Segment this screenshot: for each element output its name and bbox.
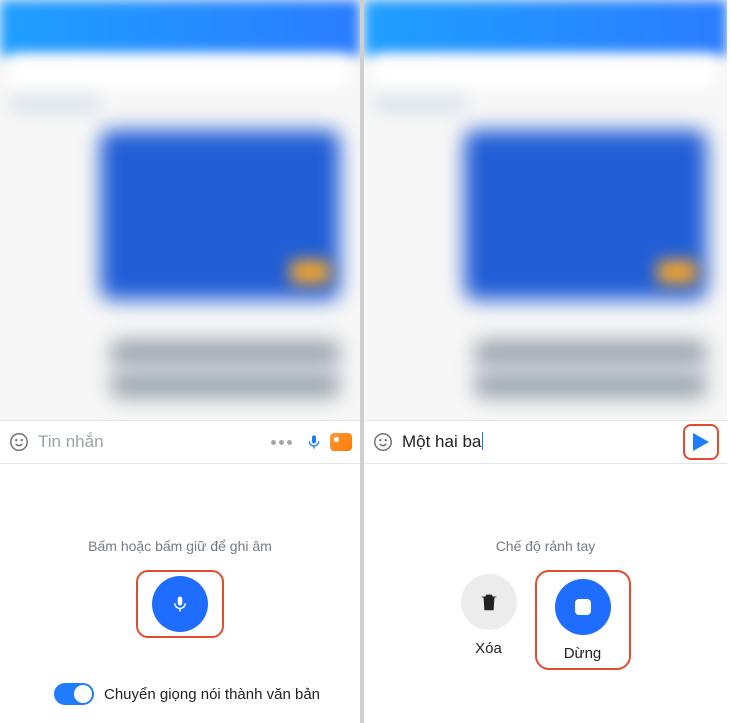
text-cursor bbox=[482, 432, 483, 450]
message-input-bar: Một hai ba bbox=[364, 420, 727, 464]
dual-screenshot: Tin nhắn Bấm hoặc bấm giữ để ghi âm Chuy… bbox=[0, 0, 731, 723]
delete-label: Xóa bbox=[475, 640, 502, 657]
message-input-value: Một hai ba bbox=[402, 432, 481, 451]
emoji-icon[interactable] bbox=[372, 431, 394, 453]
delete-button[interactable] bbox=[461, 574, 517, 630]
record-button-highlight bbox=[136, 570, 224, 638]
stop-icon bbox=[575, 599, 591, 615]
image-icon[interactable] bbox=[330, 433, 352, 451]
voice-panel: Chế độ rảnh tay Xóa Dừng bbox=[364, 464, 727, 723]
message-input[interactable]: Một hai ba bbox=[402, 432, 675, 452]
record-button[interactable] bbox=[152, 576, 208, 632]
voice-panel: Bấm hoặc bấm giữ để ghi âm Chuyển giọng … bbox=[0, 464, 360, 723]
record-hint: Bấm hoặc bấm giữ để ghi âm bbox=[0, 538, 360, 554]
chat-background-blur bbox=[0, 0, 360, 420]
mic-icon[interactable] bbox=[306, 434, 322, 450]
screenshot-right: Một hai ba Chế độ rảnh tay Xóa bbox=[364, 0, 727, 723]
screenshot-left: Tin nhắn Bấm hoặc bấm giữ để ghi âm Chuy… bbox=[0, 0, 364, 723]
emoji-icon[interactable] bbox=[8, 431, 30, 453]
stop-button[interactable] bbox=[555, 579, 611, 635]
more-icon[interactable] bbox=[271, 440, 292, 445]
send-icon bbox=[693, 433, 709, 451]
mic-icon bbox=[171, 591, 189, 617]
delete-group: Xóa bbox=[461, 570, 517, 657]
message-input-bar: Tin nhắn bbox=[0, 420, 360, 464]
mode-hint: Chế độ rảnh tay bbox=[364, 538, 727, 554]
stop-label: Dừng bbox=[564, 645, 602, 662]
speech-to-text-row: Chuyển giọng nói thành văn bản bbox=[54, 683, 320, 705]
speech-to-text-label: Chuyển giọng nói thành văn bản bbox=[104, 686, 320, 703]
stop-button-highlight: Dừng bbox=[535, 570, 631, 670]
message-input[interactable]: Tin nhắn bbox=[38, 432, 263, 452]
speech-to-text-toggle[interactable] bbox=[54, 683, 94, 705]
send-button[interactable] bbox=[683, 424, 719, 460]
chat-background-blur bbox=[364, 0, 727, 420]
trash-icon bbox=[478, 590, 500, 614]
recording-controls: Xóa Dừng bbox=[364, 570, 727, 670]
